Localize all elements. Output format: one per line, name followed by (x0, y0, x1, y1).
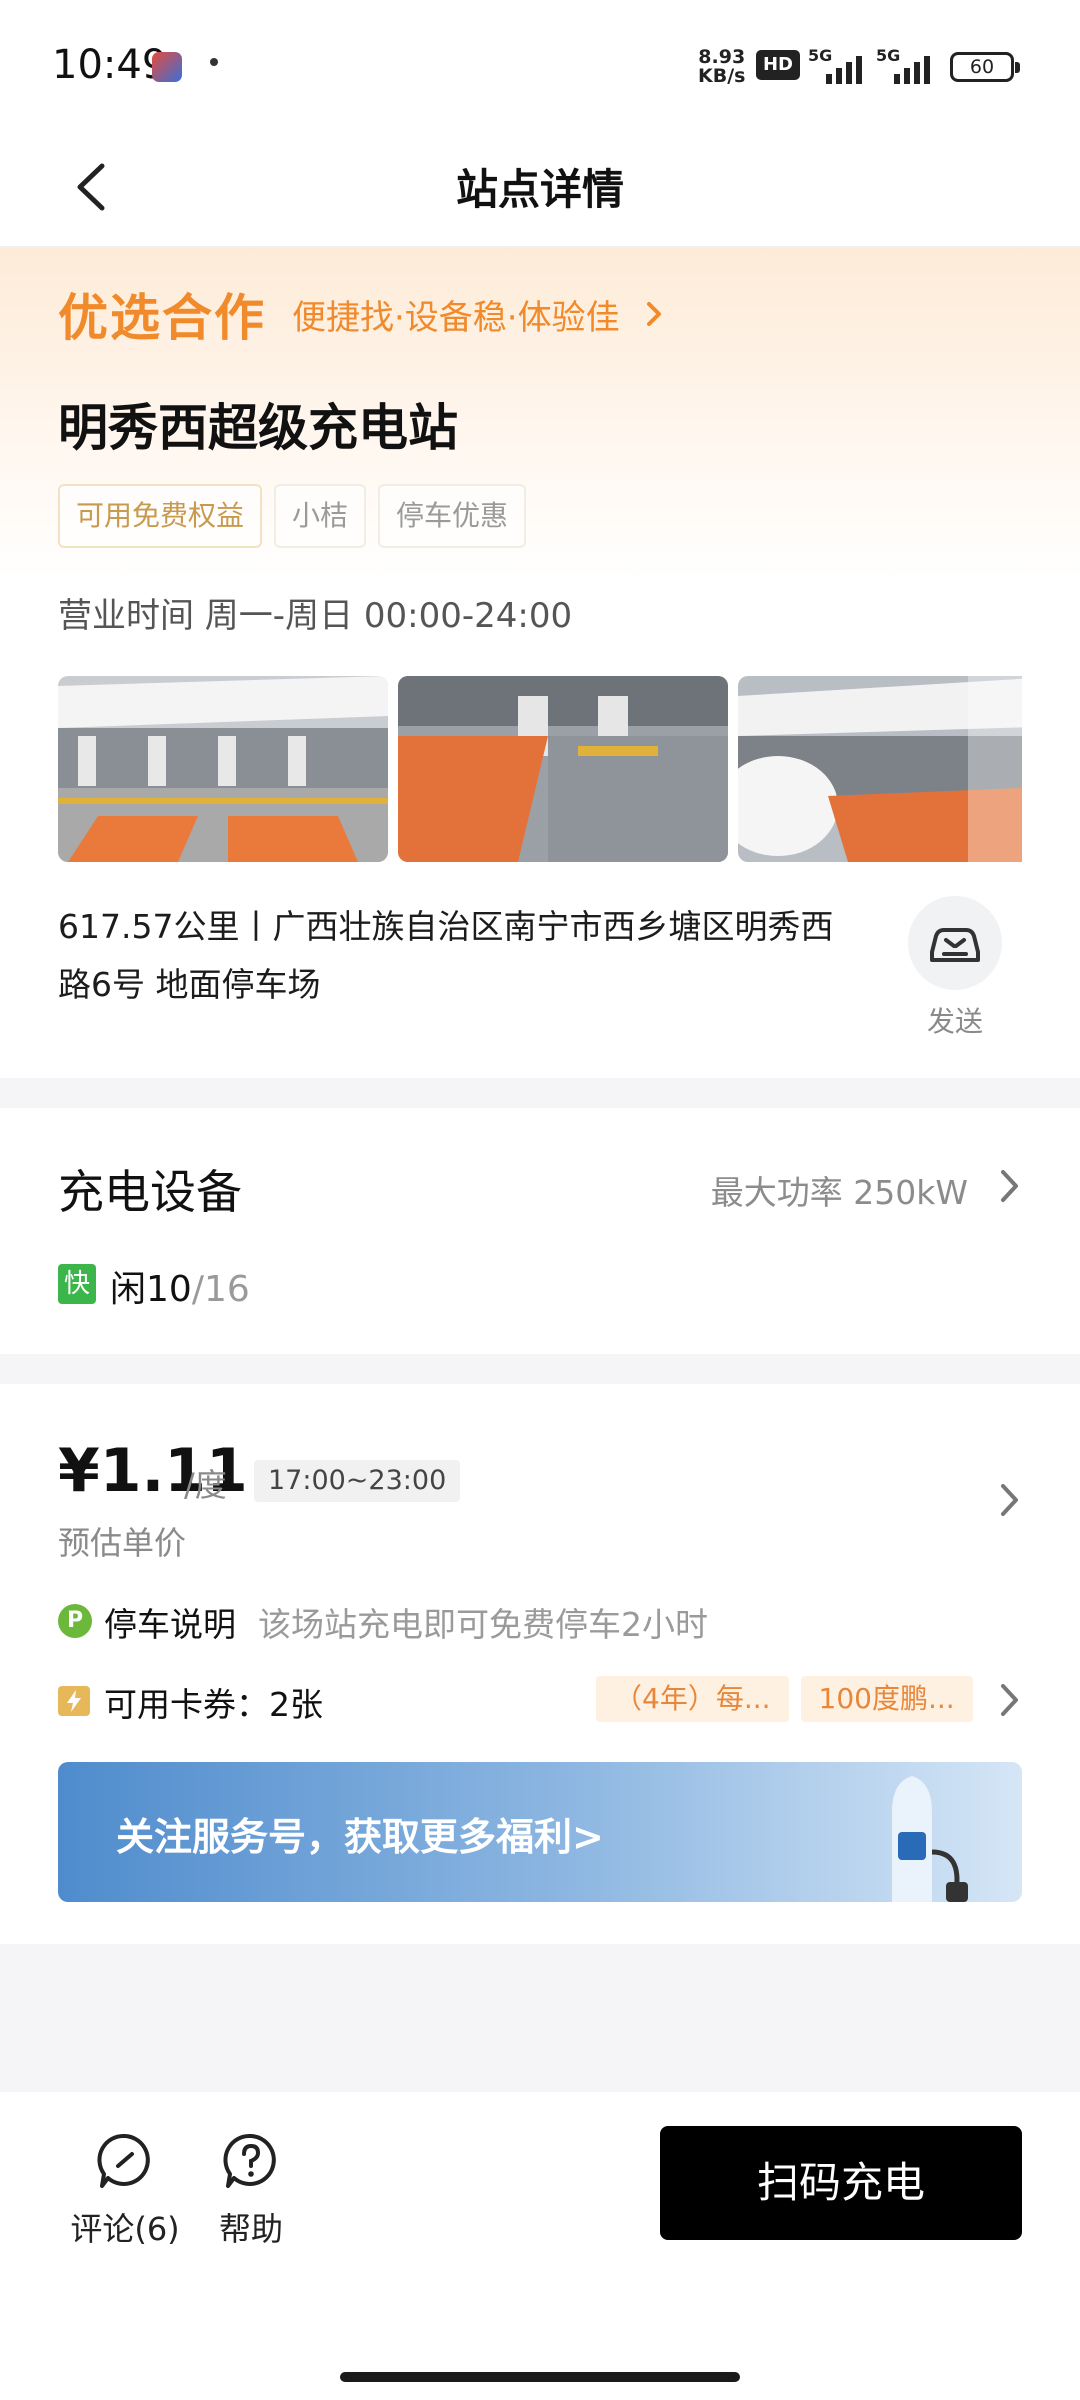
scan-to-charge-button[interactable]: 扫码充电 (660, 2126, 1022, 2240)
page-title: 站点详情 (455, 165, 624, 214)
parking-icon: P (58, 1604, 92, 1638)
send-label: 发送 (926, 1005, 983, 1038)
parking-title: 停车说明 (104, 1605, 236, 1644)
car-icon (930, 928, 980, 962)
tag-operator: 小桔 (274, 484, 367, 548)
help-question-icon (223, 2133, 276, 2188)
station-photo-3[interactable] (738, 676, 1022, 862)
lightning-coupon-icon (58, 1686, 90, 1716)
coupon-chip[interactable]: 100度鹏... (800, 1676, 973, 1722)
station-photo-1[interactable] (58, 676, 388, 862)
banner-text: 关注服务号，获取更多福利> (116, 1815, 604, 1859)
signal-icon-sim2: 5G (876, 46, 936, 84)
coupon-list[interactable]: （4年）每... 100度鹏... (596, 1676, 973, 1722)
tag-free-benefit: 可用免费权益 (58, 484, 263, 548)
chat-bubble-icon (97, 2133, 150, 2188)
parking-description: 该场站充电即可免费停车2小时 (258, 1605, 708, 1644)
comment-label: 评论(6) (70, 2210, 180, 2248)
help-label: 帮助 (218, 2210, 283, 2248)
station-card: 优选合作 便捷找·设备稳·体验佳 明秀西超级充电站 可用免费权益 小桔 停车优惠… (0, 248, 1080, 1078)
price-caption: 预估单价 (58, 1524, 187, 1562)
chevron-right-icon (646, 302, 661, 326)
station-tags: 可用免费权益 小桔 停车优惠 (58, 484, 527, 548)
battery-icon: 60 (950, 52, 1020, 82)
business-hours: 营业时间 周一-周日 00:00-24:00 (58, 596, 573, 636)
notification-dot-icon (210, 58, 218, 66)
chevron-right-icon (1001, 1170, 1018, 1202)
bottom-action-bar: 评论(6) 帮助 扫码充电 (0, 2092, 1080, 2400)
charger-illustration-icon (892, 1776, 968, 1902)
tag-parking-discount: 停车优惠 (378, 484, 527, 548)
coupon-count: 可用卡券：2张 (104, 1685, 323, 1724)
station-name: 明秀西超级充电站 (58, 399, 458, 457)
comment-button[interactable]: 评论(6) (60, 2130, 190, 2250)
nav-bar: 站点详情 (0, 130, 1080, 248)
network-speed: 8.93 KB/s (698, 46, 746, 87)
station-photo-2[interactable] (398, 676, 728, 862)
app-notification-icon (152, 52, 182, 82)
coupon-chip[interactable]: （4年）每... (596, 1676, 789, 1722)
price-unit: /度 (184, 1466, 227, 1504)
promo-subtitle: 便捷找·设备稳·体验佳 (292, 297, 620, 338)
station-photos[interactable] (58, 676, 1022, 862)
home-indicator[interactable] (340, 2372, 740, 2382)
send-to-car-button[interactable] (908, 896, 1002, 990)
status-bar: 10:49 8.93 KB/s HD 5G 5G 60 (0, 0, 1080, 130)
price-section: ¥1.11 /度 17:00~23:00 预估单价 P 停车说明 该场站充电即可… (0, 1384, 1080, 1944)
follow-service-banner[interactable]: 关注服务号，获取更多福利> (58, 1762, 1022, 1902)
hd-icon: HD (756, 50, 800, 80)
signal-icon-sim1: 5G (808, 46, 868, 84)
chevron-right-icon[interactable] (992, 1680, 1026, 1720)
promo-title: 优选合作 (58, 289, 266, 347)
status-time: 10:49 (52, 42, 168, 88)
charging-equipment-section[interactable]: 充电设备 最大功率 250kW 快 闲10/16 (0, 1108, 1080, 1354)
idle-count: 闲10/16 (110, 1269, 250, 1310)
station-address: 617.57公里丨广西壮族自治区南宁市西乡塘区明秀西路6号 地面停车场 (58, 907, 834, 1004)
price-time-range: 17:00~23:00 (254, 1460, 461, 1502)
chevron-right-icon[interactable] (992, 1480, 1026, 1520)
promo-banner[interactable]: 优选合作 便捷找·设备稳·体验佳 (58, 278, 668, 350)
max-power: 最大功率 250kW (710, 1173, 968, 1212)
fast-charge-badge: 快 (58, 1264, 96, 1304)
help-button[interactable]: 帮助 (186, 2130, 316, 2250)
equipment-title: 充电设备 (58, 1165, 242, 1219)
